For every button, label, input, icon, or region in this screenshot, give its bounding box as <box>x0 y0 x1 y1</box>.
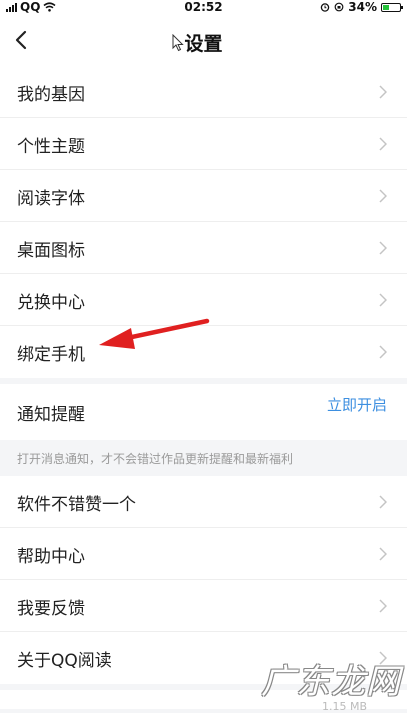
setting-label: 帮助中心 <box>17 547 85 567</box>
setting-row-theme[interactable]: 个性主题 <box>0 118 407 170</box>
chevron-right-icon <box>379 547 387 561</box>
setting-label: 个性主题 <box>17 137 85 157</box>
setting-label: 我要反馈 <box>17 599 85 619</box>
chevron-right-icon <box>379 495 387 509</box>
chevron-right-icon <box>379 345 387 359</box>
red-arrow-annotation-icon <box>99 318 210 349</box>
battery-percent: 34% <box>348 0 377 14</box>
chevron-right-icon <box>379 293 387 307</box>
setting-row-reading-font[interactable]: 阅读字体 <box>0 170 407 222</box>
chevron-right-icon <box>379 189 387 203</box>
setting-label: 兑换中心 <box>17 293 85 313</box>
alarm-icon <box>321 3 330 12</box>
status-right: 34% <box>320 0 403 14</box>
notification-hint: 打开消息通知，才不会错过作品更新提醒和最新福利 <box>17 452 294 466</box>
chevron-right-icon <box>379 241 387 255</box>
setting-label: 通知提醒 <box>17 405 85 425</box>
setting-label: 我的基因 <box>17 85 85 105</box>
setting-label: 绑定手机 <box>17 345 85 365</box>
nav-bar: 设置 <box>0 14 407 69</box>
setting-row-feedback[interactable]: 我要反馈 <box>0 580 407 632</box>
setting-label: 桌面图标 <box>17 241 85 261</box>
status-bar: QQ 02:52 34% <box>0 0 407 14</box>
setting-row-desktop-icon[interactable]: 桌面图标 <box>0 222 407 274</box>
setting-row-help-center[interactable]: 帮助中心 <box>0 528 407 580</box>
rotation-lock-icon <box>334 2 344 12</box>
settings-group-notification: 通知提醒 立即开启 <box>0 384 407 440</box>
mouse-cursor-icon <box>172 34 184 52</box>
setting-row-rate-app[interactable]: 软件不错赞一个 <box>0 476 407 528</box>
setting-label: 软件不错赞一个 <box>17 495 136 515</box>
chevron-right-icon <box>379 85 387 99</box>
battery-icon <box>381 2 403 12</box>
enable-now-link[interactable]: 立即开启 <box>327 394 387 415</box>
setting-label: 阅读字体 <box>17 189 85 209</box>
settings-group-support: 软件不错赞一个 帮助中心 我要反馈 关于QQ阅读 <box>0 476 407 684</box>
setting-row-my-genes[interactable]: 我的基因 <box>0 66 407 118</box>
setting-label: 关于QQ阅读 <box>17 651 112 671</box>
page-title: 设置 <box>184 33 223 55</box>
watermark: 广东龙网 <box>261 662 401 702</box>
chevron-right-icon <box>379 137 387 151</box>
chevron-right-icon <box>379 599 387 613</box>
setting-row-notification: 通知提醒 立即开启 <box>0 384 407 440</box>
